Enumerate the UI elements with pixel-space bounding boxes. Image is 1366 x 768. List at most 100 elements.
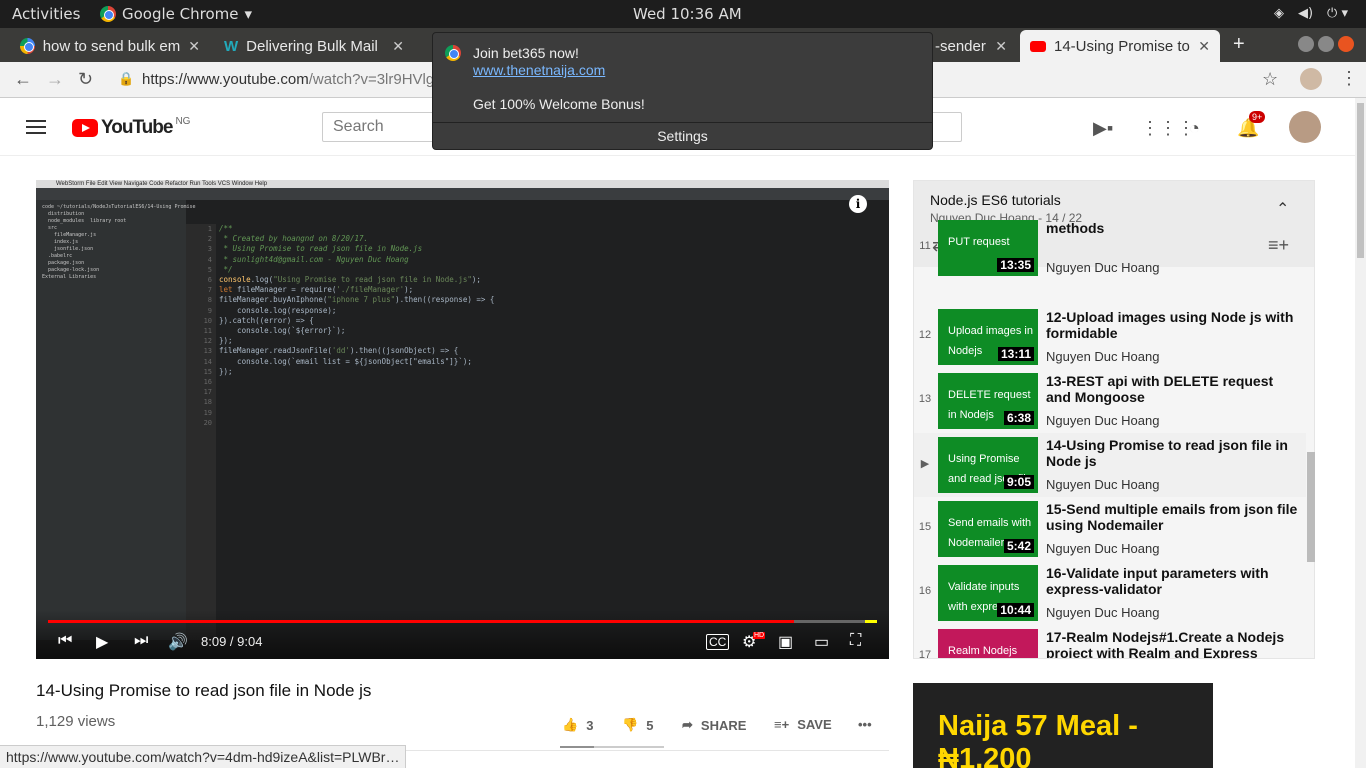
project-tree-item[interactable]: package-lock.json (42, 267, 180, 274)
create-video-icon[interactable]: ▶▪ (1093, 118, 1113, 139)
close-tab-icon[interactable]: ✕ (1198, 38, 1210, 55)
video-player[interactable]: WebStorm File Edit View Navigate Code Re… (36, 180, 889, 659)
video-thumbnail[interactable]: PUT request 13:35 (938, 220, 1038, 276)
playlist-video-title[interactable]: 13-REST api with DELETE request and Mong… (1046, 373, 1301, 405)
video-thumbnail[interactable]: DELETE request in Nodejs 6:38 (938, 373, 1038, 429)
project-tree-item[interactable]: code ~/tutorials/NodeJsTutorialES6/14-Us… (42, 204, 196, 211)
more-actions-icon[interactable]: ••• (858, 717, 872, 732)
playlist-item[interactable]: 11 PUT request 13:35 methods Nguyen Duc Hoan… (914, 216, 1306, 280)
back-icon[interactable]: ← (14, 69, 32, 90)
playlist-item[interactable]: ▶ Using Promise and read json file 9:05 14-… (914, 433, 1306, 497)
playlist-item[interactable]: 13 DELETE request in Nodejs 6:38 13-REST ap… (914, 369, 1306, 433)
ad-banner[interactable]: Naija 57 Meal - ₦1,200 (913, 683, 1213, 768)
channel-name[interactable]: Nguyen Duc Hoang (1046, 477, 1159, 492)
previous-icon[interactable]: ⏮ (58, 632, 72, 650)
video-thumbnail[interactable]: Upload images in Nodejs 13:11 (938, 309, 1038, 365)
reload-icon[interactable]: ↻ (78, 69, 93, 90)
tab-2[interactable]: W Delivering Bulk Mail ✕ (214, 30, 414, 62)
video-thumbnail[interactable]: Validate inputs with express-validator10… (938, 565, 1038, 621)
kebab-menu-icon[interactable]: ⋮ (1340, 68, 1358, 89)
maximize-button[interactable] (1318, 36, 1334, 52)
system-tray[interactable]: ◈ ◀) ⏻ ▾ (1274, 6, 1348, 21)
playlist-video-title[interactable]: 14-Using Promise to read json file in No… (1046, 437, 1301, 469)
share-button[interactable]: ➦ SHARE (682, 717, 746, 733)
progress-bar[interactable] (48, 620, 877, 623)
messages-icon[interactable]: ◔ (1189, 118, 1200, 139)
project-tree-item[interactable]: src (42, 225, 180, 232)
line-number: 5 (207, 265, 212, 274)
close-tab-icon[interactable]: ✕ (188, 38, 200, 55)
video-thumbnail[interactable]: Send emails with Nodemailer 5:42 (938, 501, 1038, 557)
playlist-title[interactable]: Node.js ES6 tutorials (930, 192, 1061, 208)
hamburger-menu-icon[interactable] (26, 120, 46, 134)
tab-active[interactable]: 14-Using Promise to ✕ (1020, 30, 1220, 62)
app-menu[interactable]: Google Chrome ▾ (100, 5, 252, 23)
playlist-video-title[interactable]: 12-Upload images using Node js with form… (1046, 309, 1301, 341)
url-field[interactable]: https://www.youtube.com/watch?v=3lr9HVlg… (142, 71, 443, 88)
project-tree-item[interactable]: node_modules library root (42, 218, 180, 225)
close-tab-icon[interactable]: ✕ (995, 38, 1007, 55)
line-number: 11 (203, 327, 212, 336)
volume-icon[interactable]: 🔊 (168, 632, 188, 652)
close-window-button[interactable] (1338, 36, 1354, 52)
thumbs-up-icon: 👍 (562, 717, 579, 732)
project-tree-item[interactable]: package.json (42, 260, 180, 267)
playlist-index: 15 (918, 521, 932, 533)
tab-title: Delivering Bulk Mail (246, 37, 378, 55)
channel-name[interactable]: Nguyen Duc Hoang (1046, 349, 1159, 364)
playlist-video-title[interactable]: methods (1046, 220, 1301, 236)
forward-icon[interactable]: → (46, 69, 64, 90)
ad-text: Naija 57 Meal - ₦1,200 (938, 710, 1138, 768)
clock[interactable]: Wed 10:36 AM (633, 5, 742, 23)
tab-1[interactable]: how to send bulk em ✕ (10, 30, 210, 62)
tab-3[interactable]: -sender ✕ (925, 30, 1017, 62)
project-tree-item[interactable]: distribution (42, 211, 180, 218)
like-button[interactable]: 👍 3 (562, 717, 593, 733)
project-tree-item[interactable]: fileManager.js (42, 232, 180, 239)
fullscreen-icon[interactable]: ⛶ (850, 632, 861, 650)
close-tab-icon[interactable]: ✕ (392, 38, 404, 55)
playlist-video-title[interactable]: 17-Realm Nodejs#1.Create a Nodejs projec… (1046, 629, 1301, 658)
minimize-button[interactable] (1298, 36, 1314, 52)
captions-icon[interactable]: CC (706, 634, 730, 650)
playlist-item[interactable]: 17 Realm Nodejs Install Realm & 17-Realm N… (914, 625, 1306, 658)
lock-icon[interactable]: 🔒 (118, 71, 134, 87)
next-icon[interactable]: ⏭ (134, 632, 148, 650)
share-icon: ➦ (682, 717, 693, 732)
play-icon[interactable]: ▶ (96, 632, 108, 652)
playlist-video-title[interactable]: 16-Validate input parameters with expres… (1046, 565, 1301, 597)
apps-grid-icon[interactable]: ⋮⋮⋮ (1141, 118, 1195, 139)
channel-name[interactable]: Nguyen Duc Hoang (1046, 413, 1159, 428)
channel-name[interactable]: Nguyen Duc Hoang (1046, 260, 1159, 275)
page-scrollbar[interactable] (1355, 98, 1366, 768)
playlist-item[interactable]: 16 Validate inputs with express-validator… (914, 561, 1306, 625)
channel-name[interactable]: Nguyen Duc Hoang (1046, 541, 1159, 556)
desktop-notification[interactable]: Join bet365 now! www.thenetnaija.com Get… (432, 32, 933, 150)
theater-mode-icon[interactable]: ▭ (814, 632, 829, 652)
channel-name[interactable]: Nguyen Duc Hoang (1046, 605, 1159, 620)
playlist-scrollbar[interactable] (1307, 452, 1315, 562)
bookmark-star-icon[interactable]: ☆ (1262, 69, 1278, 90)
project-tree-item[interactable]: index.js (42, 239, 180, 246)
activities-button[interactable]: Activities (12, 5, 80, 23)
project-tree-item[interactable]: jsonfile.json (42, 246, 180, 253)
dislike-button[interactable]: 👎 5 (622, 717, 653, 733)
new-tab-button[interactable]: + (1233, 33, 1245, 56)
notification-settings-button[interactable]: Settings (433, 122, 932, 150)
video-title: 14-Using Promise to read json file in No… (36, 681, 372, 700)
project-tree-item[interactable]: .babelrc (42, 253, 180, 260)
notification-link[interactable]: www.thenetnaija.com (473, 62, 605, 78)
youtube-logo[interactable]: YouTube NG (72, 116, 190, 139)
playlist-item[interactable]: 12 Upload images in Nodejs 13:11 12-Upload … (914, 305, 1306, 369)
save-button[interactable]: ≡+ SAVE (774, 717, 832, 732)
project-tree-item[interactable]: External Libraries (42, 274, 180, 281)
miniplayer-icon[interactable]: ▣ (778, 632, 793, 652)
playlist-video-title[interactable]: 15-Send multiple emails from json file u… (1046, 501, 1301, 533)
info-card-icon[interactable]: i (849, 195, 867, 213)
video-thumbnail[interactable]: Using Promise and read json file 9:05 (938, 437, 1038, 493)
playlist-item[interactable]: 15 Send emails with Nodemailer 5:42 15-Send… (914, 497, 1306, 561)
account-avatar[interactable] (1289, 111, 1321, 143)
site-icon: W (224, 37, 239, 55)
profile-avatar[interactable] (1300, 68, 1322, 90)
video-thumbnail[interactable]: Realm Nodejs Install Realm & (938, 629, 1038, 658)
